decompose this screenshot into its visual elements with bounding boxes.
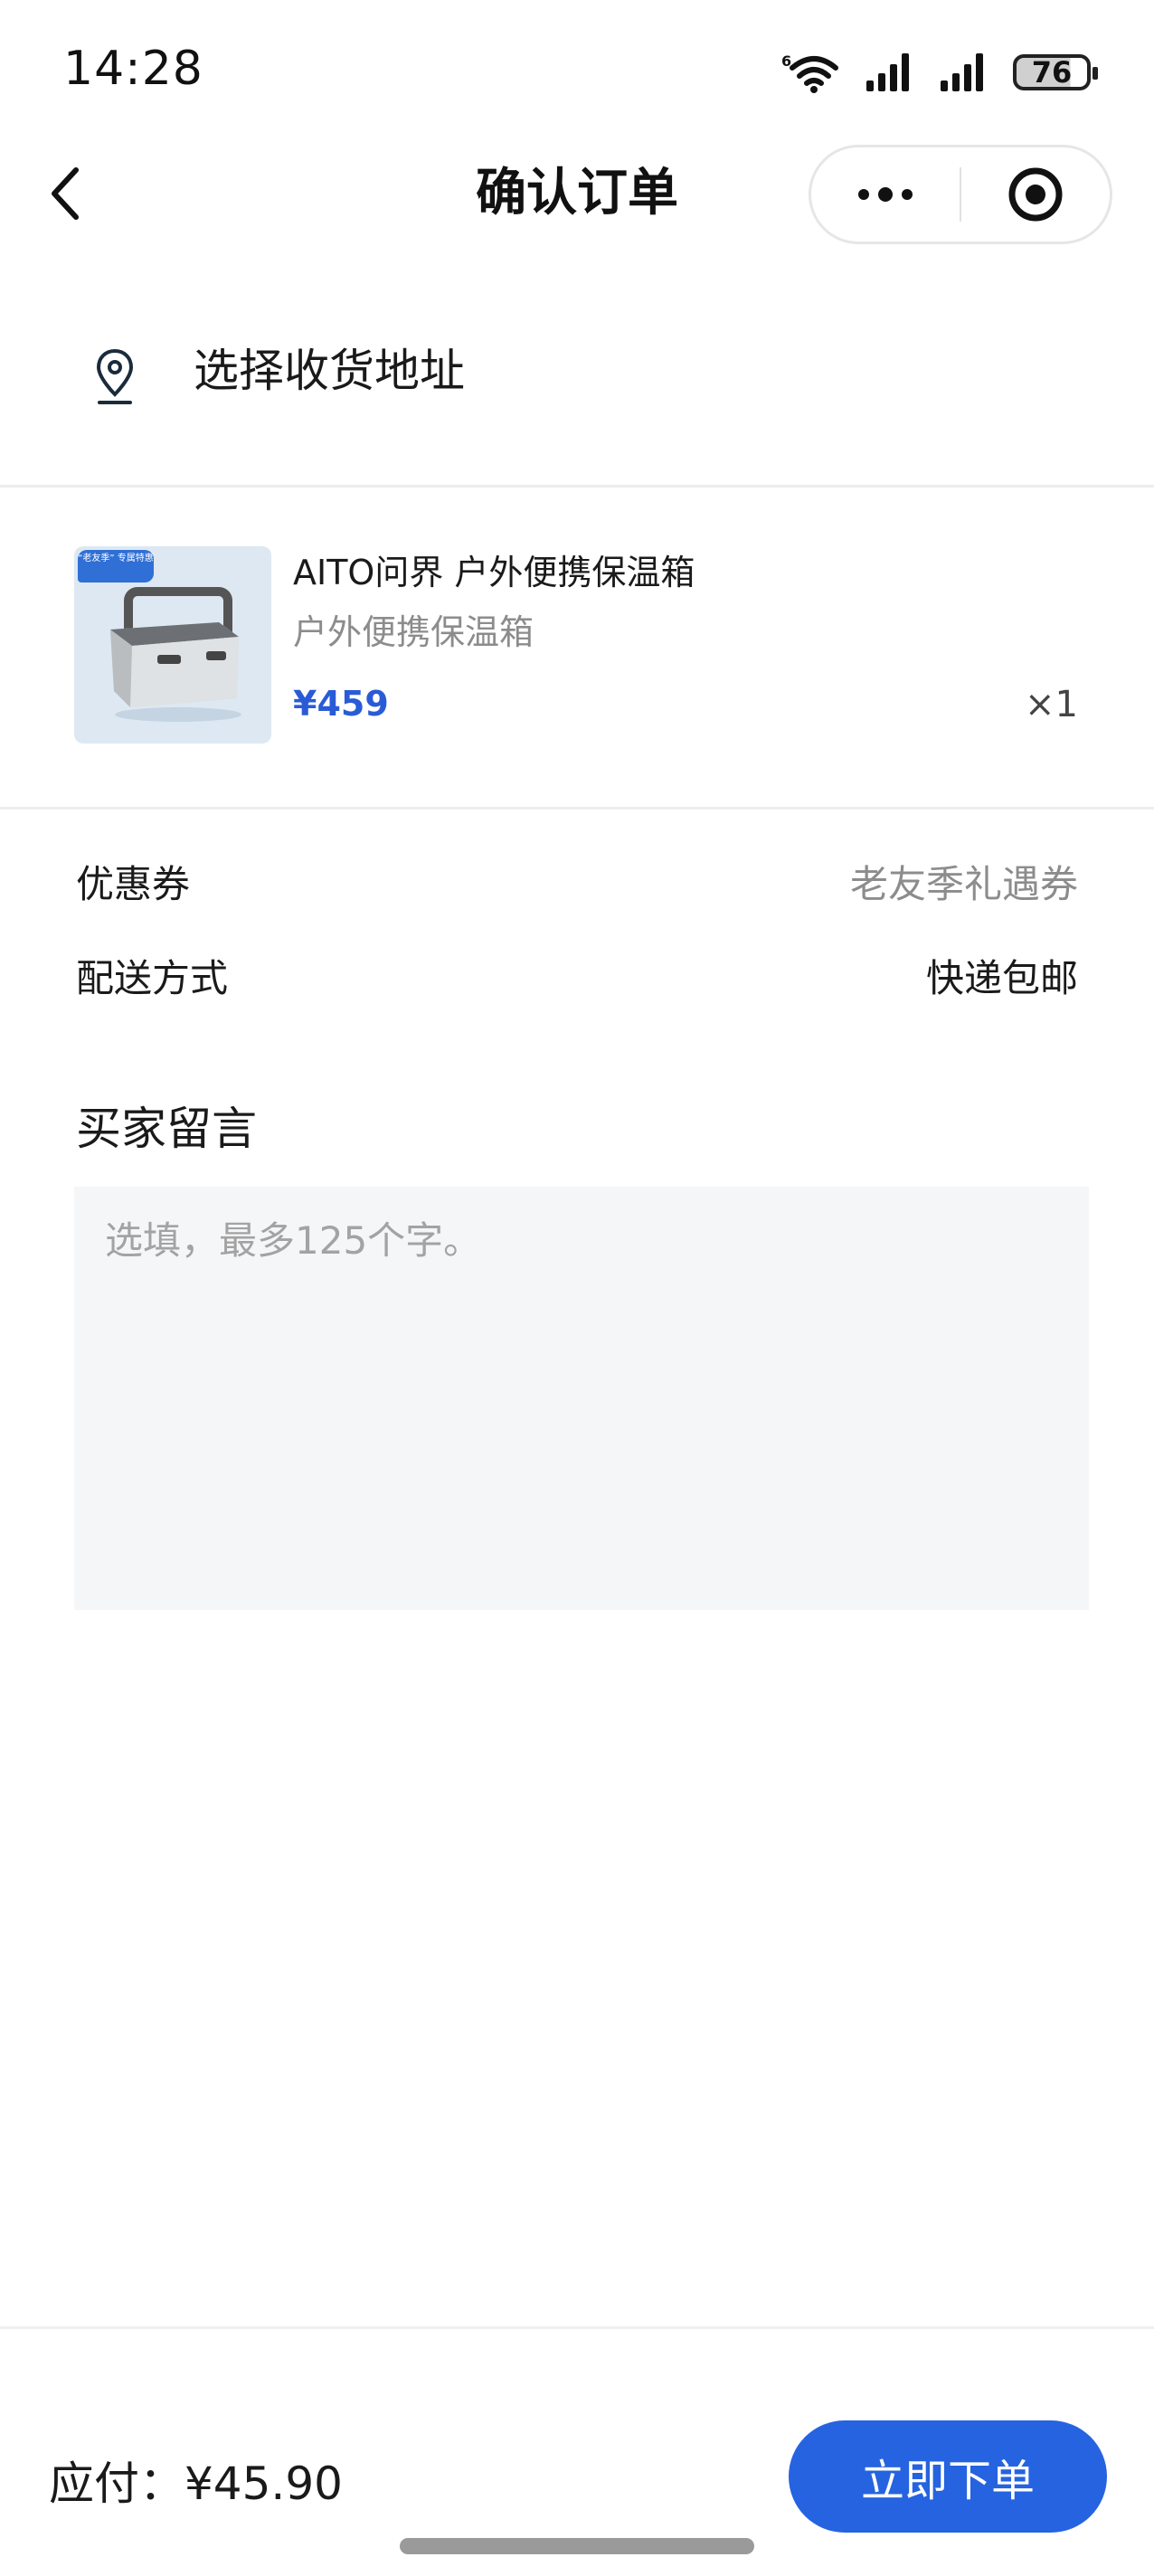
memo-input[interactable]	[74, 1187, 1089, 1610]
signal-icon	[866, 53, 909, 91]
product-spec: 户外便携保温箱	[293, 612, 534, 652]
wifi-icon: 6	[781, 52, 838, 93]
coupon-value: 老友季礼遇券	[849, 862, 1078, 906]
signal-icon	[941, 53, 983, 91]
delivery-value: 快递包邮	[925, 956, 1078, 1000]
coupon-label: 优惠券	[76, 862, 191, 906]
product-name: AITO问界 户外便携保温箱	[293, 553, 695, 592]
back-button[interactable]	[36, 159, 94, 228]
close-program-button[interactable]	[961, 147, 1110, 242]
product-thumbnail: “老友季” 专属特惠	[74, 546, 271, 743]
footer-divider	[0, 2326, 1154, 2329]
payable-amount: 应付：¥45.90	[49, 2458, 343, 2510]
product-quantity: ×1	[1025, 684, 1078, 725]
cooler-box-icon	[110, 587, 241, 722]
mini-program-capsule	[809, 145, 1112, 244]
submit-order-button[interactable]: 立即下单	[789, 2420, 1107, 2533]
address-label: 选择收货地址	[194, 345, 465, 397]
more-dots-icon	[858, 187, 913, 202]
more-button[interactable]	[811, 147, 960, 242]
target-icon	[1008, 167, 1063, 222]
address-selector[interactable]: 选择收货地址	[0, 298, 1154, 488]
divider	[0, 807, 1154, 810]
status-time: 14:28	[63, 42, 203, 96]
battery-icon: 76	[1013, 54, 1098, 90]
status-icons: 6 76	[781, 47, 1098, 98]
delivery-label: 配送方式	[76, 956, 229, 1000]
back-arrow-icon	[52, 167, 79, 220]
memo-title: 买家留言	[76, 1103, 257, 1155]
location-pin-icon	[96, 348, 134, 404]
product-price: ¥459	[293, 684, 389, 724]
battery-level: 76	[1031, 55, 1073, 90]
home-indicator	[400, 2538, 754, 2554]
divider	[0, 485, 1154, 488]
